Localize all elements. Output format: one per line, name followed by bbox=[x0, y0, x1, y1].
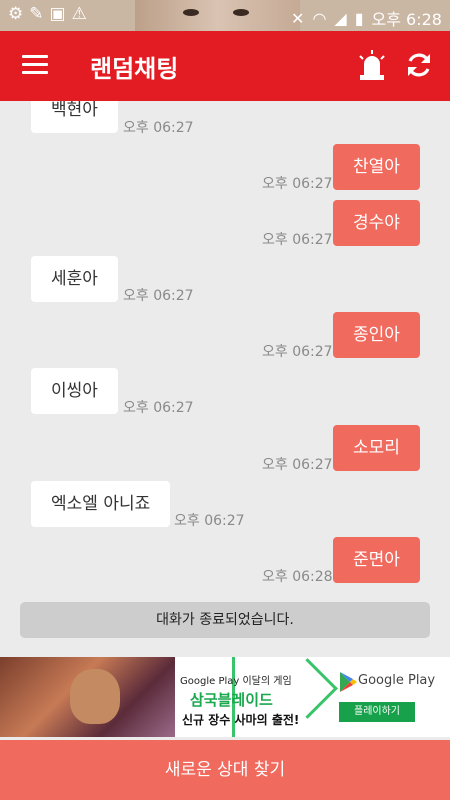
app-bar: 랜덤채팅 bbox=[0, 31, 450, 101]
message-bubble-incoming: 엑소엘 아니죠 bbox=[31, 481, 171, 527]
mute-icon: ✕ bbox=[291, 8, 305, 28]
wallpaper-eye bbox=[183, 9, 199, 16]
find-new-partner-button[interactable]: 새로운 상대 찾기 bbox=[0, 740, 450, 800]
wallpaper-eye bbox=[233, 9, 249, 16]
app-title: 랜덤채팅 bbox=[90, 55, 179, 83]
message-time: 오후 06:28 bbox=[262, 569, 333, 585]
message-bubble-incoming: 이씽아 bbox=[31, 368, 118, 414]
ad-game-title: 삼국블레이드 bbox=[190, 691, 273, 709]
status-bar-wallpaper bbox=[135, 0, 300, 31]
chat-area[interactable]: 백현아 오후 06:27 찬열아 오후 06:27 경수야 오후 06:27 세… bbox=[0, 101, 450, 601]
ad-promo-text: Google Play 이달의 게임 bbox=[180, 676, 292, 687]
settings-icon: ⚙ bbox=[8, 4, 30, 24]
message-bubble-outgoing: 준면아 bbox=[333, 537, 420, 583]
image-icon: ▣ bbox=[49, 4, 72, 24]
message-time: 오후 06:27 bbox=[123, 400, 194, 416]
warning-icon: ⚠ bbox=[71, 4, 93, 24]
signal-icon: ◢ bbox=[334, 8, 347, 28]
message-time: 오후 06:27 bbox=[262, 176, 333, 192]
message-time: 오후 06:27 bbox=[262, 344, 333, 360]
message-bubble-incoming: 백현아 bbox=[31, 101, 118, 133]
message-time: 오후 06:27 bbox=[262, 232, 333, 248]
ad-store-name: Google Play bbox=[358, 673, 436, 688]
message-time: 오후 06:27 bbox=[123, 120, 194, 136]
message-bubble-outgoing: 종인아 bbox=[333, 312, 420, 358]
ad-arrow-icon bbox=[277, 658, 338, 719]
message-time: 오후 06:27 bbox=[174, 513, 245, 529]
conversation-ended-notice: 대화가 종료되었습니다. bbox=[20, 602, 430, 638]
refresh-icon[interactable] bbox=[404, 50, 434, 80]
message-time: 오후 06:27 bbox=[123, 288, 194, 304]
siren-icon[interactable] bbox=[357, 49, 387, 81]
message-time: 오후 06:27 bbox=[262, 457, 333, 473]
ad-play-button[interactable]: 플레이하기 bbox=[339, 702, 415, 722]
status-time: 오후 6:28 bbox=[371, 10, 442, 29]
wrench-icon: ✎ bbox=[29, 4, 50, 24]
message-bubble-outgoing: 경수야 bbox=[333, 200, 420, 246]
battery-icon: ▮ bbox=[354, 8, 364, 28]
system-status: ✕ ◠ ◢ ▮ 오후 6:28 bbox=[291, 6, 442, 30]
wifi-icon: ◠ bbox=[312, 8, 327, 28]
status-bar: ⚙✎▣⚠ ✕ ◠ ◢ ▮ 오후 6:28 bbox=[0, 0, 450, 31]
message-bubble-outgoing: 소모리 bbox=[333, 425, 420, 471]
ad-subtitle: 신규 장수 사마의 출전! bbox=[182, 713, 300, 727]
google-play-icon bbox=[340, 672, 357, 692]
message-bubble-outgoing: 찬열아 bbox=[333, 144, 420, 190]
notification-icons: ⚙✎▣⚠ bbox=[8, 4, 93, 24]
ad-banner[interactable]: Google Play 이달의 게임 삼국블레이드 신규 장수 사마의 출전! … bbox=[0, 657, 450, 737]
menu-icon[interactable] bbox=[22, 55, 48, 75]
ad-character-face bbox=[70, 669, 120, 724]
message-bubble-incoming: 세훈아 bbox=[31, 256, 118, 302]
ad-character-image bbox=[0, 657, 175, 737]
